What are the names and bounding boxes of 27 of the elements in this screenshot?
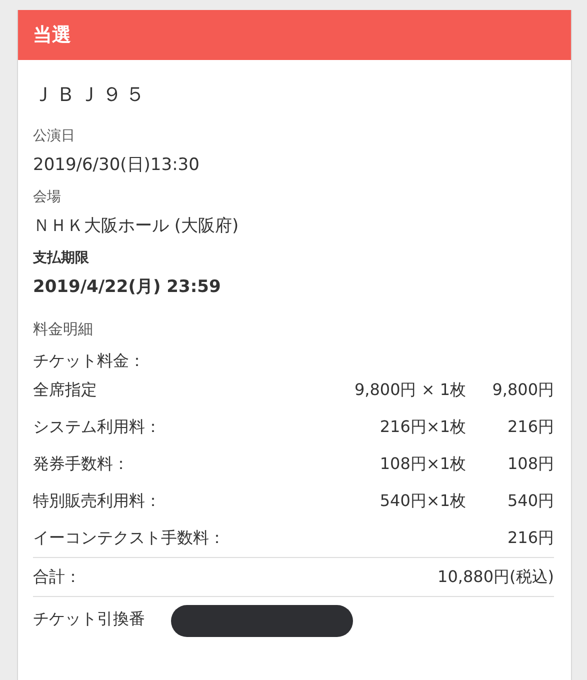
fee-label: イーコンテクスト手数料： [33,528,226,549]
field-value: ＮＨＫ大阪ホール (大阪府) [33,215,240,237]
total-amount: 10,880円(税込) [438,566,554,588]
ticket-code: ＪＢＪ９５ [33,81,149,108]
fee-amount: 216円 [506,417,554,438]
field-value: 2019/6/30(日)13:30 [33,154,200,176]
fee-quantity: 540円×1枚 [378,491,466,512]
status-header: 当選 [18,10,571,60]
fee-label: 全席指定 [33,380,98,401]
fee-quantity: 108円×1枚 [378,454,466,475]
field-label: 会場 [33,188,62,206]
fee-label: システム利用料： [33,417,162,438]
breakdown-subtitle: チケット料金： [33,351,146,372]
fee-quantity: 9,800円 × 1枚 [353,380,466,401]
fee-label: 特別販売利用料： [33,491,162,512]
field-label: 支払期限 [33,249,90,267]
total-label: 合計： [33,566,82,588]
field-label: 公演日 [33,127,76,145]
ticket-number-label: チケット引換番 [33,608,145,630]
field-value: 2019/4/22(月) 23:59 [33,276,222,298]
breakdown-title: 料金明細 [33,320,94,339]
fee-amount: 540円 [506,491,554,512]
fee-amount: 216円 [506,528,554,549]
fee-label: 発券手数料： [33,454,130,475]
fee-amount: 108円 [506,454,554,475]
fee-quantity: 216円×1枚 [378,417,466,438]
fee-amount: 9,800円 [491,380,554,401]
